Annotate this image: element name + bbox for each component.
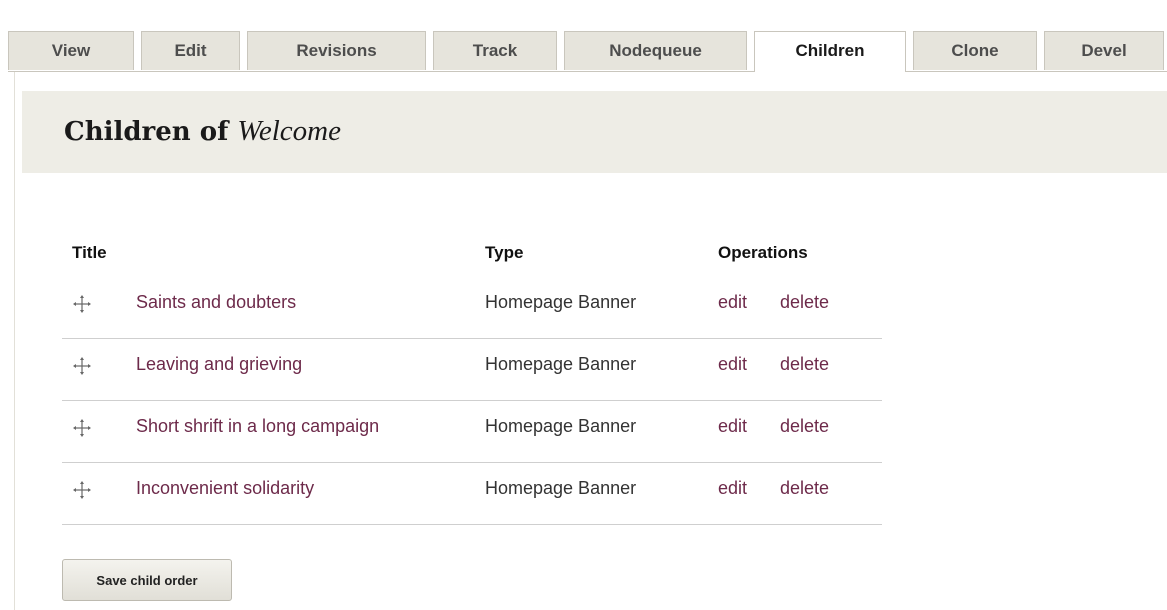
edit-link[interactable]: edit: [718, 353, 747, 375]
column-header-title: Title: [72, 243, 107, 262]
tab-devel[interactable]: Devel: [1044, 31, 1164, 70]
delete-link[interactable]: delete: [780, 415, 829, 437]
tab-revisions[interactable]: Revisions: [247, 31, 426, 70]
table-row: Leaving and grieving Homepage Banner edi…: [62, 338, 882, 401]
tab-nodequeue[interactable]: Nodequeue: [564, 31, 747, 70]
save-child-order-button[interactable]: Save child order: [62, 559, 232, 601]
table-row: Inconvenient solidarity Homepage Banner …: [62, 462, 882, 525]
table-row: Saints and doubters Homepage Banner edit…: [62, 276, 882, 339]
child-type: Homepage Banner: [485, 416, 637, 436]
child-type: Homepage Banner: [485, 478, 637, 498]
child-title-link[interactable]: Leaving and grieving: [136, 353, 302, 375]
column-header-operations: Operations: [718, 243, 808, 262]
delete-link[interactable]: delete: [780, 353, 829, 375]
edit-link[interactable]: edit: [718, 291, 747, 313]
column-header-type: Type: [485, 243, 524, 262]
drag-handle-icon[interactable]: [72, 294, 92, 314]
delete-link[interactable]: delete: [780, 477, 829, 499]
child-type: Homepage Banner: [485, 292, 637, 312]
drag-handle-icon[interactable]: [72, 480, 92, 500]
child-type: Homepage Banner: [485, 354, 637, 374]
tab-children[interactable]: Children: [754, 31, 906, 72]
delete-link[interactable]: delete: [780, 291, 829, 313]
page-title-node-name: Welcome: [237, 115, 341, 147]
primary-tabs: View Edit Revisions Track Nodequeue Chil…: [8, 31, 1167, 72]
tab-track[interactable]: Track: [433, 31, 557, 70]
edit-link[interactable]: edit: [718, 415, 747, 437]
child-title-link[interactable]: Inconvenient solidarity: [136, 477, 314, 499]
drag-handle-icon[interactable]: [72, 356, 92, 376]
child-title-link[interactable]: Short shrift in a long campaign: [136, 415, 379, 437]
page-title-prefix: Children of: [64, 117, 229, 147]
child-title-link[interactable]: Saints and doubters: [136, 291, 296, 313]
tab-edit[interactable]: Edit: [141, 31, 240, 70]
tab-clone[interactable]: Clone: [913, 31, 1037, 70]
tab-view[interactable]: View: [8, 31, 134, 70]
edit-link[interactable]: edit: [718, 477, 747, 499]
drag-handle-icon[interactable]: [72, 418, 92, 438]
page-title-band: Children of Welcome: [22, 91, 1167, 173]
table-row: Short shrift in a long campaign Homepage…: [62, 400, 882, 463]
page-title: Children of Welcome: [64, 115, 341, 148]
